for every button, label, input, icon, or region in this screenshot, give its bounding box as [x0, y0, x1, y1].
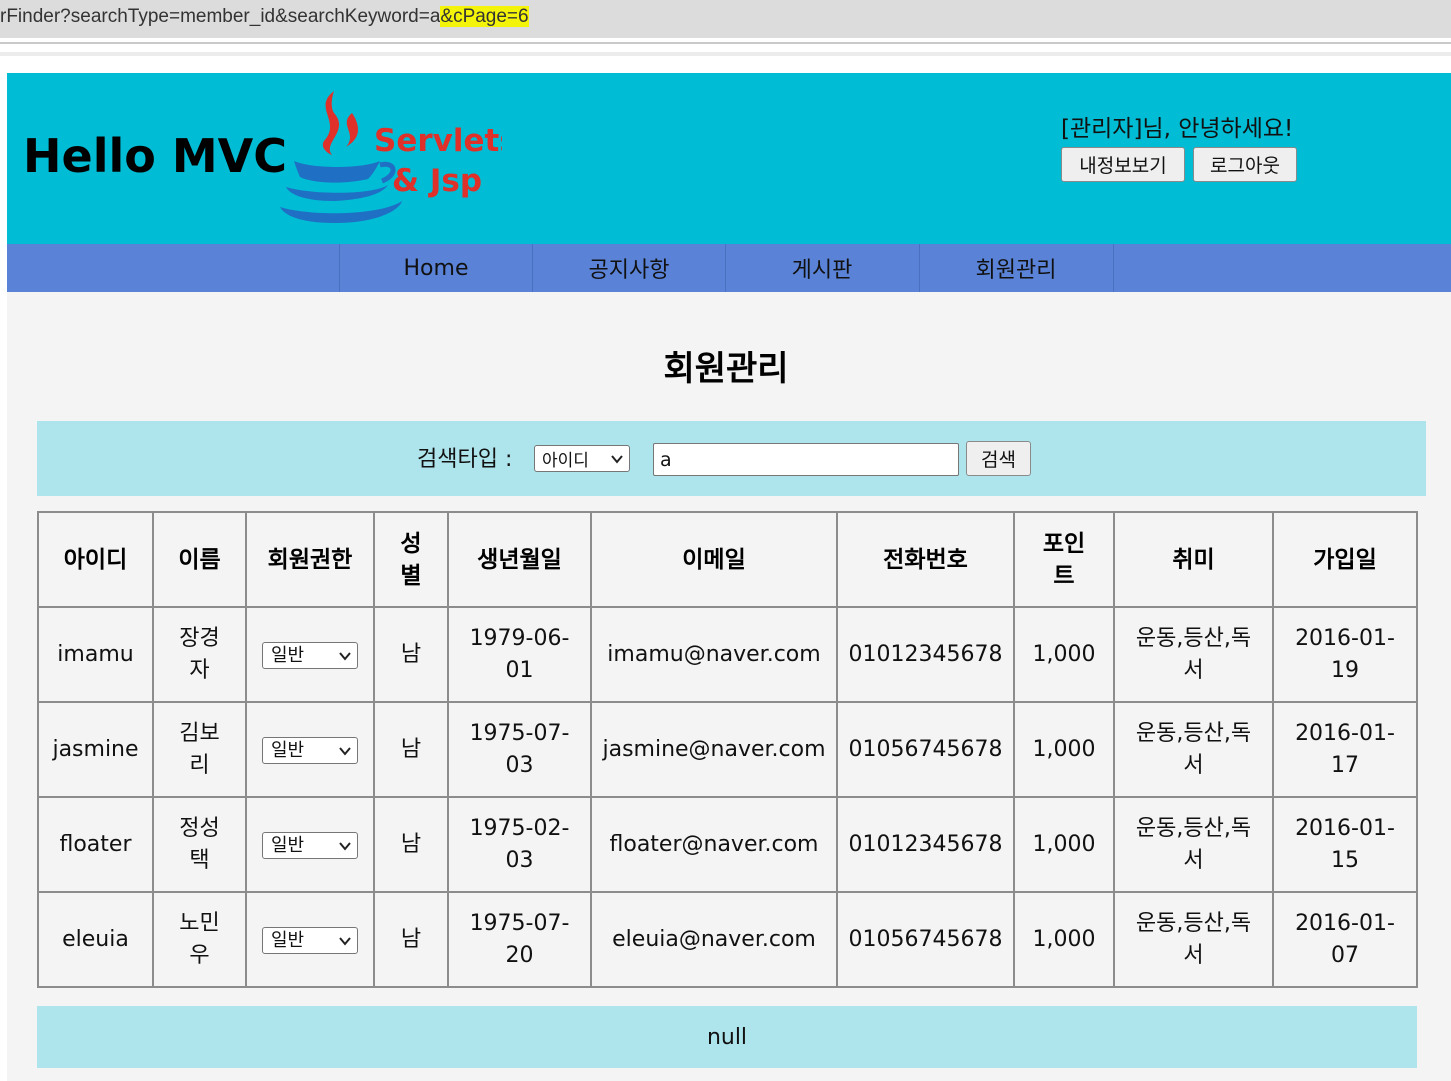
search-keyword-input[interactable]: a — [653, 443, 959, 476]
cell-hobby: 운동,등산,독서 — [1113, 891, 1274, 988]
table-header-row: 아이디 이름 회원권한 성별 생년월일 이메일 전화번호 포인트 취미 가입일 — [37, 511, 1418, 608]
search-type-select[interactable]: 아이디 — [534, 445, 630, 472]
greeting-text: [관리자]님, 안녕하세요! — [1061, 116, 1294, 142]
table-row: jasmine 김보리 일반 남 1975-07-03 jasmine@nave… — [37, 701, 1418, 798]
cell-point: 1,000 — [1013, 701, 1115, 798]
cell-phone: 01056745678 — [836, 701, 1015, 798]
cell-phone: 01012345678 — [836, 606, 1015, 703]
page-container: Hello MVC Servlets & Jsp [관리자]님, 안녕하세요! … — [7, 73, 1451, 1081]
column-header-hobby: 취미 — [1113, 511, 1274, 608]
main-nav: Home 공지사항 게시판 회원관리 — [7, 244, 1451, 292]
search-bar: 검색타입 : 아이디 a 검색 — [37, 421, 1426, 496]
table-row: imamu 장경자 일반 남 1979-06-01 imamu@naver.co… — [37, 606, 1418, 703]
chevron-down-icon — [339, 746, 351, 756]
cell-gender: 남 — [373, 796, 449, 893]
url-highlight: &cPage=6 — [440, 6, 529, 27]
role-select[interactable]: 일반 — [262, 736, 358, 764]
cell-role: 일반 — [245, 891, 375, 988]
search-button[interactable]: 검색 — [966, 441, 1031, 476]
role-value: 일반 — [271, 929, 305, 951]
role-value: 일반 — [271, 739, 305, 761]
cell-hobby: 운동,등산,독서 — [1113, 701, 1274, 798]
cell-id: jasmine — [37, 701, 154, 798]
cell-phone: 01056745678 — [836, 891, 1015, 988]
cell-email: floater@naver.com — [590, 796, 838, 893]
column-header-point: 포인트 — [1013, 511, 1115, 608]
cell-phone: 01012345678 — [836, 796, 1015, 893]
page-title: 회원관리 — [663, 349, 789, 389]
cell-email: jasmine@naver.com — [590, 701, 838, 798]
column-header-enroll-date: 가입일 — [1272, 511, 1418, 608]
cell-name: 장경자 — [152, 606, 247, 703]
table-row: eleuia 노민우 일반 남 1975-07-20 eleuia@naver.… — [37, 891, 1418, 988]
nav-item-home[interactable]: Home — [339, 244, 532, 292]
cell-hobby: 운동,등산,독서 — [1113, 606, 1274, 703]
my-info-button[interactable]: 내정보보기 — [1061, 147, 1185, 182]
table-row: floater 정성택 일반 남 1975-02-03 floater@nave… — [37, 796, 1418, 893]
column-header-gender: 성별 — [373, 511, 449, 608]
column-header-role: 회원권한 — [245, 511, 375, 608]
role-select[interactable]: 일반 — [262, 926, 358, 954]
search-type-label: 검색타입 : — [417, 447, 513, 472]
nav-item-member-admin[interactable]: 회원관리 — [919, 244, 1112, 292]
chevron-down-icon — [339, 936, 351, 946]
cell-gender: 남 — [373, 891, 449, 988]
cell-birth: 1975-02-03 — [447, 796, 592, 893]
address-bar[interactable]: rFinder?searchType=member_id&searchKeywo… — [0, 0, 1451, 38]
java-logo-icon: Servlets & Jsp — [280, 91, 502, 223]
search-keyword-value: a — [660, 448, 672, 471]
site-header: Hello MVC Servlets & Jsp [관리자]님, 안녕하세요! … — [7, 73, 1451, 244]
cell-name: 노민우 — [152, 891, 247, 988]
cell-birth: 1975-07-03 — [447, 701, 592, 798]
cell-name: 김보리 — [152, 701, 247, 798]
column-header-email: 이메일 — [590, 511, 838, 608]
search-type-value: 아이디 — [542, 451, 589, 471]
role-select[interactable]: 일반 — [262, 641, 358, 669]
cell-name: 정성택 — [152, 796, 247, 893]
chevron-down-icon — [339, 841, 351, 851]
site-title: Hello MVC — [23, 129, 287, 183]
cell-email: eleuia@naver.com — [590, 891, 838, 988]
logout-button[interactable]: 로그아웃 — [1193, 147, 1297, 182]
nav-item-notice[interactable]: 공지사항 — [532, 244, 725, 292]
column-header-id: 아이디 — [37, 511, 154, 608]
cell-point: 1,000 — [1013, 891, 1115, 988]
cell-enroll-date: 2016-01-07 — [1272, 891, 1418, 988]
cell-enroll-date: 2016-01-15 — [1272, 796, 1418, 893]
url-text[interactable]: rFinder?searchType=member_id&searchKeywo… — [0, 6, 529, 28]
logo-text-servlets: Servlets — [374, 123, 502, 159]
cell-id: imamu — [37, 606, 154, 703]
role-value: 일반 — [271, 644, 305, 666]
cell-enroll-date: 2016-01-17 — [1272, 701, 1418, 798]
cell-point: 1,000 — [1013, 796, 1115, 893]
cell-id: floater — [37, 796, 154, 893]
role-select[interactable]: 일반 — [262, 831, 358, 859]
cell-hobby: 운동,등산,독서 — [1113, 796, 1274, 893]
cell-role: 일반 — [245, 796, 375, 893]
column-header-name: 이름 — [152, 511, 247, 608]
chevron-down-icon — [611, 455, 623, 464]
cell-role: 일반 — [245, 701, 375, 798]
divider — [0, 52, 1451, 56]
cell-gender: 남 — [373, 606, 449, 703]
page-bar: null — [37, 1006, 1417, 1068]
cell-enroll-date: 2016-01-19 — [1272, 606, 1418, 703]
cell-id: eleuia — [37, 891, 154, 988]
nav-item-board[interactable]: 게시판 — [725, 244, 918, 292]
role-value: 일반 — [271, 834, 305, 856]
column-header-birth: 생년월일 — [447, 511, 592, 608]
cell-role: 일반 — [245, 606, 375, 703]
chevron-down-icon — [339, 651, 351, 661]
cell-email: imamu@naver.com — [590, 606, 838, 703]
cell-birth: 1979-06-01 — [447, 606, 592, 703]
member-table: 아이디 이름 회원권한 성별 생년월일 이메일 전화번호 포인트 취미 가입일 … — [37, 511, 1418, 988]
logo-text-jsp: & Jsp — [392, 163, 482, 199]
divider — [1113, 244, 1114, 292]
cell-birth: 1975-07-20 — [447, 891, 592, 988]
cell-point: 1,000 — [1013, 606, 1115, 703]
divider — [0, 42, 1451, 44]
cell-gender: 남 — [373, 701, 449, 798]
column-header-phone: 전화번호 — [836, 511, 1015, 608]
url-prefix: rFinder?searchType=member_id&searchKeywo… — [0, 6, 441, 27]
